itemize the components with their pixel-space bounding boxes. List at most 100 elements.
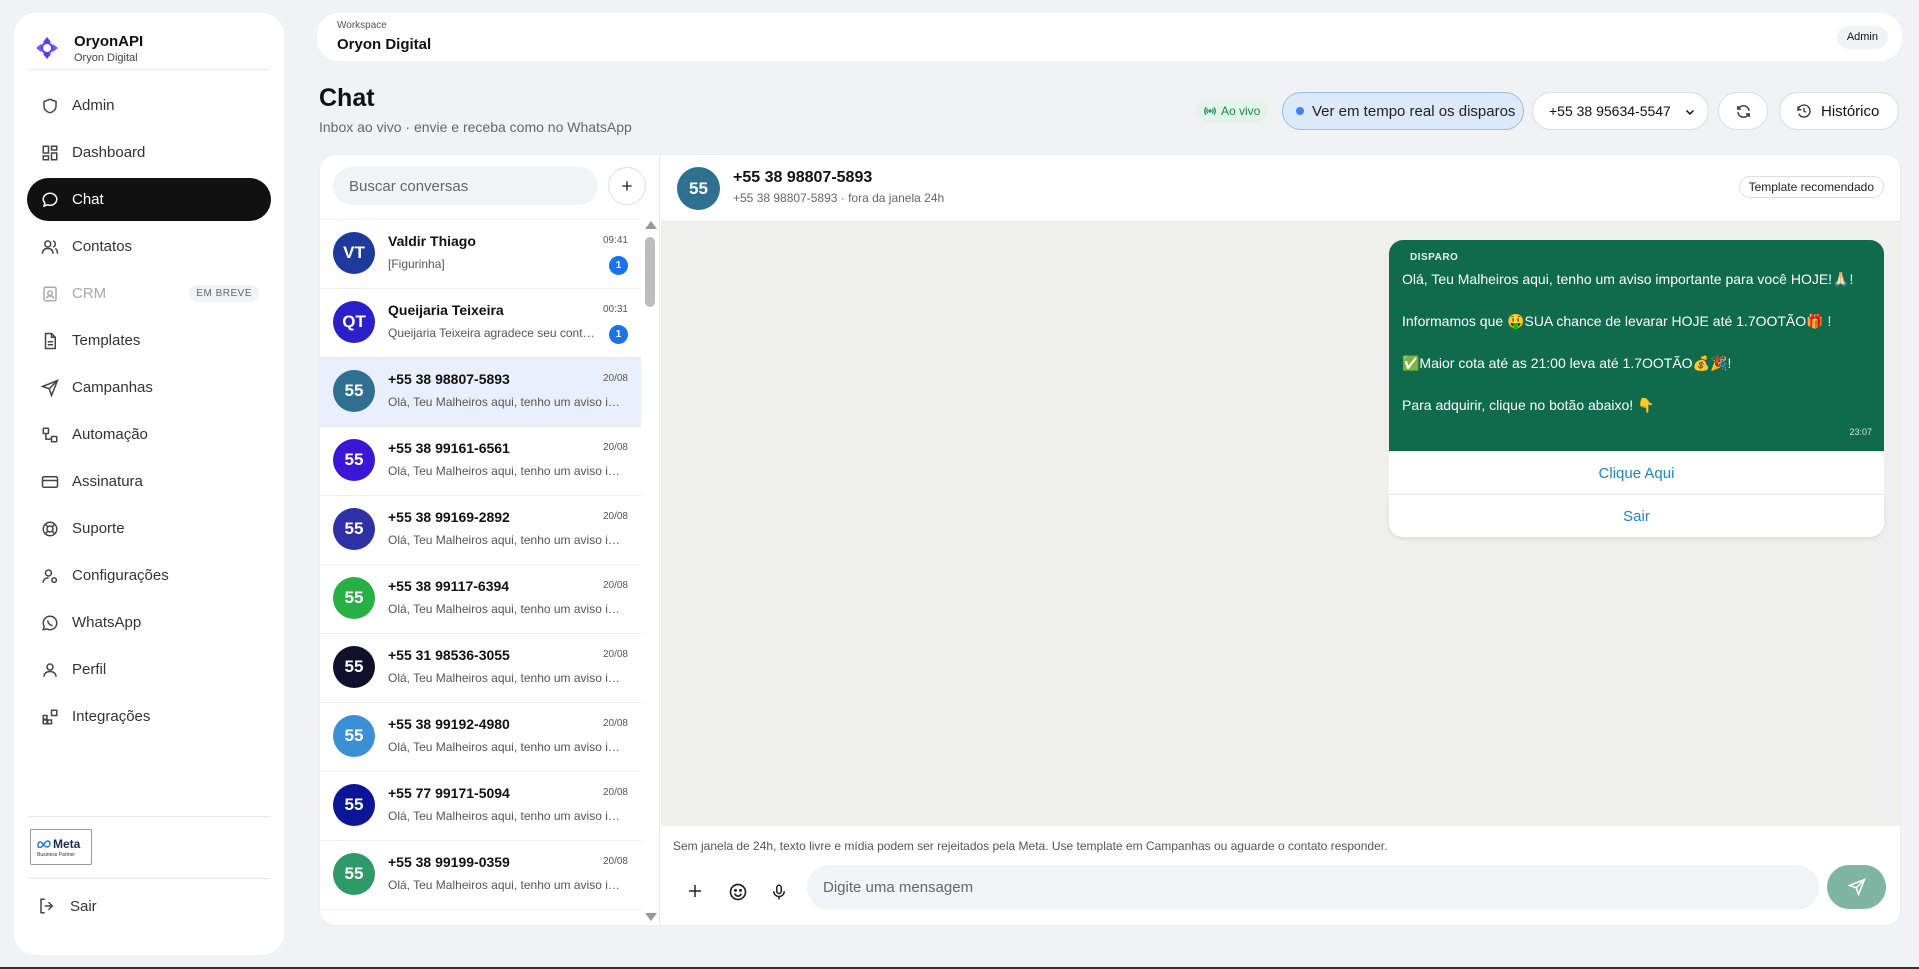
messages-area: DISPARO Olá, Teu Malheiros aqui, tenho u… [661, 222, 1900, 826]
contact-name: +55 38 98807-5893 [733, 169, 873, 186]
outgoing-message: DISPARO Olá, Teu Malheiros aqui, tenho u… [1389, 240, 1884, 537]
sidebar-item-chat[interactable]: Chat [27, 178, 271, 221]
sidebar-item-admin[interactable]: Admin [27, 84, 271, 127]
conversation-item[interactable]: 55 +55 38 99169-2892 20/08 Olá, Teu Malh… [320, 496, 641, 565]
conversation-item[interactable]: 55 +55 38 99192-4980 20/08 Olá, Teu Malh… [320, 703, 641, 772]
conversation-time: 20/08 [602, 442, 628, 453]
history-button[interactable]: Histórico [1779, 92, 1899, 130]
message-thread: 55 +55 38 98807-5893 +55 38 98807-5893 ·… [661, 155, 1900, 925]
conversation-item-selected[interactable]: 55 +55 38 98807-5893 20/08 Olá, Teu Malh… [320, 358, 641, 427]
user-settings-icon [42, 568, 58, 583]
message-line: Informamos que 🤑SUA chance de levarar HO… [1402, 313, 1832, 329]
brand[interactable]: OryonAPI Oryon Digital [34, 25, 270, 71]
dashboard-icon [42, 145, 58, 160]
conversation-item[interactable]: 55 +55 38 99117-6394 20/08 Olá, Teu Malh… [320, 565, 641, 634]
microphone-icon[interactable] [770, 882, 788, 902]
conversation-item[interactable]: VT Valdir Thiago 09:41 [Figurinha] 1 [320, 220, 641, 289]
conversation-time: 20/08 [602, 511, 628, 522]
sidebar-item-label: Assinatura [72, 473, 143, 490]
conversation-preview: Olá, Teu Malheiros aqui, tenho um aviso … [388, 602, 622, 616]
conversation-name: +55 31 98536-3055 [388, 647, 510, 663]
plus-icon [622, 181, 632, 191]
shield-icon [43, 97, 57, 114]
window-warning: Sem janela de 24h, texto livre e mídia p… [673, 839, 1388, 853]
sidebar-item-label: Admin [72, 97, 115, 114]
sidebar-item-automacao[interactable]: Automação [27, 413, 271, 456]
avatar[interactable]: 55 [677, 167, 720, 210]
conversation-time: 20/08 [602, 649, 628, 660]
message-input[interactable] [807, 865, 1819, 910]
realtime-dispatch-button[interactable]: Ver em tempo real os disparos [1282, 92, 1524, 130]
cta-button-clique-aqui[interactable]: Clique Aqui [1389, 451, 1884, 494]
broadcast-icon [1204, 106, 1216, 116]
conversation-preview: [Figurinha] [388, 257, 445, 271]
send-button[interactable] [1827, 865, 1886, 909]
page-title: Chat [319, 84, 375, 112]
workspace-name[interactable]: Oryon Digital [337, 36, 431, 53]
conversation-name: +55 38 98807-5893 [388, 371, 510, 387]
avatar: 55 [333, 853, 375, 895]
cta-button-sair[interactable]: Sair [1389, 494, 1884, 537]
credit-card-icon [41, 475, 59, 488]
new-conversation-button[interactable] [608, 167, 646, 205]
sidebar-nav: Admin Dashboard Chat Contatos CRM EM BRE… [27, 84, 271, 742]
avatar: 55 [333, 370, 375, 412]
refresh-button[interactable] [1718, 92, 1768, 130]
sidebar-item-whatsapp[interactable]: WhatsApp [27, 601, 271, 644]
conversation-name: +55 38 99169-2892 [388, 509, 510, 525]
sidebar-item-perfil[interactable]: Perfil [27, 648, 271, 691]
conversation-name: +55 38 99117-6394 [388, 578, 510, 594]
scroll-thumb[interactable] [645, 237, 655, 307]
document-icon [44, 332, 56, 349]
template-recommended-badge[interactable]: Template recomendado [1738, 176, 1884, 198]
conversation-name: +55 38 99161-6561 [388, 440, 510, 456]
history-label: Histórico [1821, 102, 1880, 120]
sidebar-item-assinatura[interactable]: Assinatura [27, 460, 271, 503]
conversation-name: +55 38 99199-0359 [388, 854, 510, 870]
avatar: 55 [333, 508, 375, 550]
conversation-item[interactable]: QT Queijaria Teixeira 00:31 Queijaria Te… [320, 289, 641, 358]
brand-name: OryonAPI [74, 32, 144, 50]
conversation-item[interactable]: 55 +55 38 99199-0359 20/08 Olá, Teu Malh… [320, 841, 641, 910]
logout-button[interactable]: Sair [38, 897, 97, 915]
sidebar-item-dashboard[interactable]: Dashboard [27, 131, 271, 174]
sidebar: OryonAPI Oryon Digital Admin Dashboard C… [14, 13, 284, 955]
conversation-item[interactable]: 55 +55 77 99171-5094 20/08 Olá, Teu Malh… [320, 772, 641, 841]
history-icon [1797, 104, 1811, 118]
message-line: Para adquirir, clique no botão abaixo! 👇 [1402, 397, 1655, 413]
message-time: 23:07 [1849, 427, 1872, 437]
sender-number-select[interactable]: +55 38 95634-5547 [1532, 92, 1709, 130]
sidebar-item-label: Automação [72, 426, 148, 443]
sidebar-item-templates[interactable]: Templates [27, 319, 271, 362]
conversation-scrollbar[interactable] [642, 219, 658, 925]
avatar: QT [333, 301, 375, 343]
conversation-item[interactable]: 55 +55 38 99161-6561 20/08 Olá, Teu Malh… [320, 427, 641, 496]
scroll-down-arrow-icon[interactable] [645, 913, 657, 921]
sidebar-item-contatos[interactable]: Contatos [27, 225, 271, 268]
selected-number: +55 38 95634-5547 [1549, 103, 1671, 119]
conversation-time: 20/08 [602, 373, 628, 384]
refresh-icon [1736, 104, 1750, 118]
page-subtitle: Inbox ao vivo · envie e receba como no W… [319, 119, 632, 135]
sidebar-item-label: Integrações [72, 708, 151, 725]
attach-plus-icon[interactable] [686, 882, 704, 900]
realtime-label: Ver em tempo real os disparos [1312, 102, 1516, 120]
conversation-panel: VT Valdir Thiago 09:41 [Figurinha] 1 QT … [320, 155, 660, 925]
divider [28, 878, 270, 879]
scroll-up-arrow-icon[interactable] [645, 221, 657, 229]
sidebar-item-integracoes[interactable]: Integrações [27, 695, 271, 738]
workflow-icon [42, 427, 58, 442]
sidebar-item-label: Suporte [72, 520, 125, 537]
conversation-time: 09:41 [602, 235, 628, 246]
emoji-icon[interactable] [728, 882, 748, 902]
sidebar-item-configuracoes[interactable]: Configurações [27, 554, 271, 597]
sidebar-item-suporte[interactable]: Suporte [27, 507, 271, 550]
avatar: 55 [333, 577, 375, 619]
divider [28, 69, 270, 70]
chat-container: VT Valdir Thiago 09:41 [Figurinha] 1 QT … [319, 154, 1901, 926]
search-conversations-input[interactable] [333, 167, 598, 205]
sidebar-item-campanhas[interactable]: Campanhas [27, 366, 271, 409]
conversation-item[interactable]: 55 +55 31 98536-3055 20/08 Olá, Teu Malh… [320, 634, 641, 703]
sidebar-item-label: CRM [72, 285, 107, 302]
meta-name: Meta [53, 836, 81, 851]
